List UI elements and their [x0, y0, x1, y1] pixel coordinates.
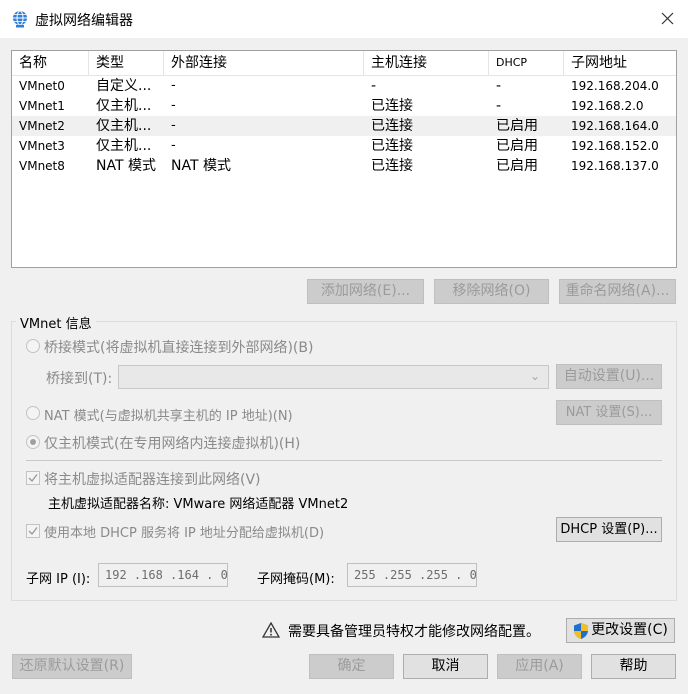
cell-external: -: [171, 98, 176, 113]
column-header-name[interactable]: 名称: [12, 51, 89, 76]
cell-host: 已连接: [371, 138, 413, 154]
table-row[interactable]: VMnet1 仅主机... - 已连接 - 192.168.2.0: [12, 96, 676, 116]
remove-network-button[interactable]: 移除网络(O): [434, 279, 549, 304]
column-header-host[interactable]: 主机连接: [364, 51, 489, 76]
cell-dhcp: -: [496, 98, 502, 114]
subnet-mask-label: 子网掩码(M):: [257, 572, 335, 587]
cell-type: 仅主机...: [96, 98, 152, 114]
cell-subnet: 192.168.152.0: [571, 139, 659, 153]
cell-external: -: [171, 138, 176, 153]
use-dhcp-label: 使用本地 DHCP 服务将 IP 地址分配给虚拟机(D): [44, 526, 325, 541]
cell-external: -: [171, 78, 176, 93]
adapter-name-text: 主机虚拟适配器名称: VMware 网络适配器 VMnet2: [48, 497, 349, 512]
divider: [26, 460, 662, 461]
cell-name: VMnet0: [19, 79, 65, 93]
column-header-dhcp[interactable]: DHCP: [489, 51, 564, 76]
subnet-ip-label: 子网 IP (I):: [26, 572, 91, 587]
nat-mode-label: NAT 模式(与虚拟机共享主机的 IP 地址)(N): [44, 409, 293, 424]
cell-subnet: 192.168.2.0: [571, 99, 644, 113]
connect-adapter-checkbox[interactable]: [26, 471, 40, 485]
cell-host: 已连接: [371, 158, 413, 174]
cell-dhcp: -: [496, 78, 502, 94]
cell-host: 已连接: [371, 118, 413, 134]
cell-host: 已连接: [371, 98, 413, 114]
cell-name: VMnet2: [19, 119, 65, 133]
cell-name: VMnet8: [19, 159, 65, 173]
table-row[interactable]: VMnet3 仅主机... - 已连接 已启用 192.168.152.0: [12, 136, 676, 156]
cell-name: VMnet1: [19, 99, 65, 113]
cell-external: NAT 模式: [171, 158, 231, 174]
host-only-radio[interactable]: [26, 435, 40, 449]
cell-type: 自定义...: [96, 78, 152, 94]
uac-shield-icon: [574, 623, 588, 639]
cell-subnet: 192.168.164.0: [571, 119, 659, 133]
column-header-external[interactable]: 外部连接: [164, 51, 364, 76]
use-dhcp-checkbox[interactable]: [26, 524, 40, 538]
ok-button[interactable]: 确定: [309, 654, 394, 679]
dhcp-settings-button[interactable]: DHCP 设置(P)...: [556, 517, 662, 542]
apply-button[interactable]: 应用(A): [497, 654, 582, 679]
cell-dhcp: 已启用: [496, 158, 538, 174]
host-only-label: 仅主机模式(在专用网络内连接虚拟机)(H): [44, 436, 301, 452]
vmnet-info-title: VMnet 信息: [16, 313, 96, 332]
add-network-button[interactable]: 添加网络(E)...: [307, 279, 424, 304]
bridged-to-label: 桥接到(T):: [46, 371, 113, 387]
bridged-mode-label: 桥接模式(将虚拟机直接连接到外部网络)(B): [44, 340, 314, 356]
bridged-to-select[interactable]: ⌄: [118, 365, 549, 389]
table-row[interactable]: VMnet8 NAT 模式 NAT 模式 已连接 已启用 192.168.137…: [12, 156, 676, 176]
nat-mode-radio[interactable]: [26, 406, 40, 420]
column-header-subnet[interactable]: 子网地址: [564, 51, 676, 76]
help-button[interactable]: 帮助: [591, 654, 676, 679]
cell-type: 仅主机...: [96, 138, 152, 154]
table-header: 名称 类型 外部连接 主机连接 DHCP 子网地址: [12, 51, 676, 76]
network-globe-icon: [13, 10, 27, 28]
cell-dhcp: 已启用: [496, 118, 538, 134]
cell-subnet: 192.168.137.0: [571, 159, 659, 173]
checkmark-icon: [28, 474, 38, 483]
cell-external: -: [171, 118, 176, 133]
radio-selected-dot: [30, 439, 36, 445]
rename-network-button[interactable]: 重命名网络(A)...: [559, 279, 676, 304]
table-row-selected[interactable]: VMnet2 仅主机... - 已连接 已启用 192.168.164.0: [12, 116, 676, 136]
change-settings-button[interactable]: 更改设置(C): [566, 618, 675, 643]
connect-adapter-label: 将主机虚拟适配器连接到此网络(V): [44, 472, 261, 488]
cell-subnet: 192.168.204.0: [571, 79, 659, 93]
cell-type: 仅主机...: [96, 118, 152, 134]
vmnet-info-group: [11, 321, 677, 601]
network-table[interactable]: 名称 类型 外部连接 主机连接 DHCP 子网地址 VMnet0 自定义... …: [11, 50, 677, 268]
warning-icon: [262, 622, 280, 638]
column-header-type[interactable]: 类型: [89, 51, 164, 76]
admin-notice-text: 需要具备管理员特权才能修改网络配置。: [288, 624, 540, 640]
cancel-button[interactable]: 取消: [403, 654, 488, 679]
subnet-ip-field[interactable]: 192 .168 .164 . 0: [98, 563, 228, 587]
close-button[interactable]: [648, 0, 688, 38]
window-title: 虚拟网络编辑器: [35, 13, 133, 29]
cell-type: NAT 模式: [96, 158, 156, 174]
auto-settings-button[interactable]: 自动设置(U)...: [556, 364, 662, 389]
checkmark-icon: [28, 527, 38, 536]
cell-name: VMnet3: [19, 139, 65, 153]
bridged-mode-radio[interactable]: [26, 339, 40, 353]
restore-defaults-button[interactable]: 还原默认设置(R): [12, 654, 132, 679]
nat-settings-button[interactable]: NAT 设置(S)...: [556, 400, 662, 425]
table-row[interactable]: VMnet0 自定义... - - - 192.168.204.0: [12, 76, 676, 96]
chevron-down-icon: ⌄: [529, 369, 540, 383]
close-icon: [661, 12, 674, 25]
subnet-mask-field[interactable]: 255 .255 .255 . 0: [347, 563, 477, 587]
cell-dhcp: 已启用: [496, 138, 538, 154]
cell-host: -: [371, 78, 377, 94]
change-settings-label: 更改设置(C): [591, 622, 668, 638]
